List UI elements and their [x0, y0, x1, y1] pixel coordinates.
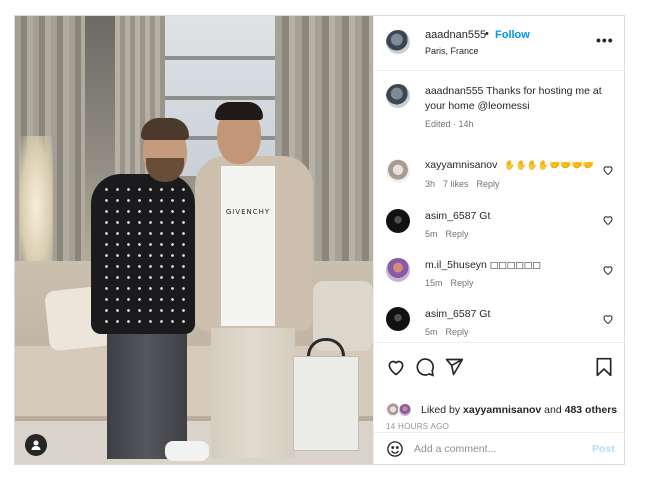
author-avatar[interactable]: [386, 30, 410, 54]
reply-button[interactable]: Reply: [446, 327, 469, 337]
heart-icon[interactable]: [602, 164, 614, 176]
caption: aaadnan555 Thanks for hosting me at your…: [425, 84, 613, 114]
heart-icon[interactable]: [602, 264, 614, 276]
post-comment-button[interactable]: Post: [592, 443, 615, 455]
reply-button[interactable]: Reply: [477, 179, 500, 189]
comment-avatar[interactable]: [386, 159, 410, 183]
comment-likes[interactable]: 7 likes: [443, 179, 469, 189]
photo-lamp: [19, 136, 53, 276]
comment-username[interactable]: xayyamnisanov: [425, 159, 497, 171]
comment-text: □□□□□□: [486, 261, 541, 271]
photo-shopping-bag: [293, 356, 359, 451]
comment-text: Gt: [476, 308, 491, 320]
author-username[interactable]: aaadnan555: [425, 29, 486, 41]
liked-by-avatar[interactable]: [398, 403, 412, 417]
comment-time: 15m: [425, 278, 443, 288]
photo-person-left-hair: [141, 118, 189, 140]
caption-edited: Edited · 14h: [425, 119, 474, 129]
reply-button[interactable]: Reply: [446, 229, 469, 239]
comment-username[interactable]: asim_6587: [425, 308, 476, 320]
comment-text: Gt: [476, 210, 491, 222]
post-actions: Liked by xayyamnisanov and 483 others 14…: [374, 342, 625, 464]
post-header: aaadnan555 • Follow Paris, France •••: [374, 16, 625, 71]
heart-icon[interactable]: [602, 313, 614, 325]
instagram-post: GIVENCHY aaadnan555 • Follow Paris, Fran…: [14, 15, 625, 465]
comment-username[interactable]: m.il_5huseyn: [425, 259, 487, 271]
photo-person-right-shirt: [221, 166, 275, 326]
comment-text: ✋✋✋✋🤝🤝🤝🤝: [504, 161, 594, 171]
post-side-panel: aaadnan555 • Follow Paris, France ••• aa…: [373, 16, 625, 464]
bookmark-icon[interactable]: [594, 357, 614, 377]
reply-button[interactable]: Reply: [451, 278, 474, 288]
likes-count[interactable]: 483 others: [565, 404, 618, 416]
photo-shirt-logo: GIVENCHY: [225, 208, 271, 216]
caption-username[interactable]: aaadnan555: [425, 85, 483, 97]
heart-icon[interactable]: [386, 357, 406, 377]
liked-by-text: Liked by xayyamnisanov and 483 others: [421, 404, 618, 416]
comment-time: 3h: [425, 179, 436, 189]
post-location[interactable]: Paris, France: [425, 46, 479, 56]
comment-avatar[interactable]: [386, 258, 410, 282]
photo-person-left-shoe: [165, 441, 209, 461]
liked-by-user[interactable]: xayyamnisanov: [463, 404, 541, 416]
user-tag-icon[interactable]: [25, 434, 47, 456]
post-photo[interactable]: GIVENCHY: [15, 16, 373, 464]
post-timestamp: 14 HOURS AGO: [386, 422, 450, 431]
more-icon[interactable]: •••: [596, 32, 614, 48]
comment-username[interactable]: asim_6587: [425, 210, 476, 222]
photo-person-right-hair: [215, 102, 263, 120]
emoji-icon[interactable]: [386, 440, 404, 458]
comment-time: 5m: [425, 229, 438, 239]
share-icon[interactable]: [444, 357, 464, 377]
photo-person-right-trousers: [211, 328, 295, 458]
comment-avatar[interactable]: [386, 209, 410, 233]
comments-list[interactable]: aaadnan555 Thanks for hosting me at your…: [374, 72, 625, 342]
photo-person-left-hoodie: [91, 174, 195, 334]
comment-avatar[interactable]: [386, 307, 410, 331]
follow-button[interactable]: Follow: [495, 29, 530, 41]
separator-dot: •: [485, 28, 489, 40]
caption-avatar[interactable]: [386, 84, 410, 108]
comment-icon[interactable]: [415, 357, 435, 377]
comment-input[interactable]: [414, 441, 584, 457]
comment-time: 5m: [425, 327, 438, 337]
heart-icon[interactable]: [602, 214, 614, 226]
add-comment-bar: Post: [374, 432, 625, 465]
